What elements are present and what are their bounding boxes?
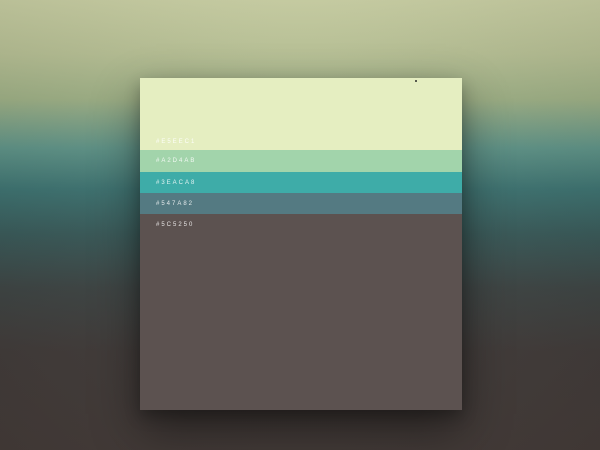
color-swatch: #A2D4AB	[140, 150, 462, 172]
hex-code-label: #5C5250	[156, 222, 195, 228]
color-swatch: #3EACA8	[140, 172, 462, 193]
hex-code-label: #A2D4AB	[156, 158, 197, 164]
hex-code-label: #547A82	[156, 201, 195, 207]
color-swatch: #5C5250	[140, 214, 462, 410]
color-palette-card: #E5EEC1 #A2D4AB #3EACA8 #547A82 #5C5250	[140, 78, 462, 410]
hex-code-label: #3EACA8	[156, 180, 197, 186]
color-swatch: #547A82	[140, 193, 462, 214]
hex-code-label: #E5EEC1	[156, 139, 197, 145]
color-swatch: #E5EEC1	[140, 78, 462, 150]
dust-speck	[415, 80, 417, 82]
